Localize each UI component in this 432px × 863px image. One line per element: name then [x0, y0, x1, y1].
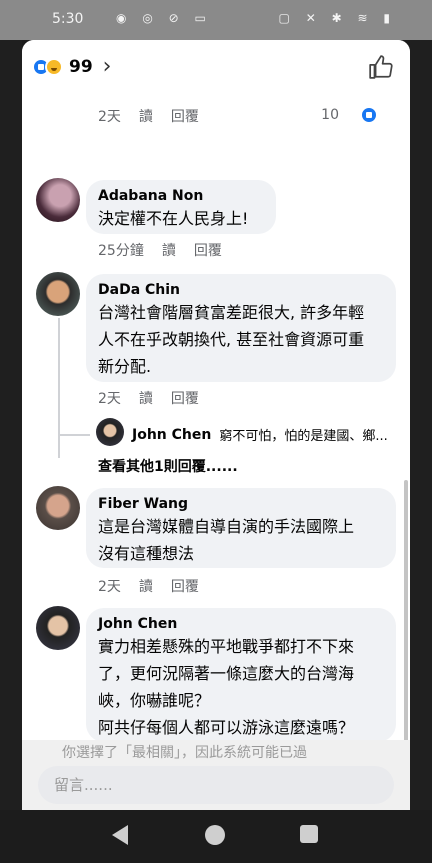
comment-bubble: Adabana Non 決定權不在人民身上! — [86, 180, 276, 234]
reply-button[interactable]: 回覆 — [171, 106, 199, 126]
comment-time: 2天 — [98, 109, 121, 125]
thread-line — [58, 318, 60, 458]
comments-sheet: 99 › 2天 讀 回覆 10 Adabana Non 決定權不在人民身上! 2… — [22, 40, 410, 810]
messenger-icon: ◎ — [142, 11, 159, 25]
comment-meta-previous: 2天 讀 回覆 10 — [98, 106, 396, 126]
status-left-icons: ◉ ◎ ⊘ ▭ — [116, 11, 212, 25]
comment-text-line: 峽，你嚇誰呢？ — [98, 691, 211, 710]
comment-text-line: 實力相差懸殊的平地戰爭都打不下來 — [98, 637, 355, 656]
comment-text-line: 新分配. — [98, 357, 152, 376]
comment-time: 2天 — [98, 579, 121, 595]
battery-icon: ▮ — [383, 11, 396, 25]
notification-icon: ◉ — [116, 11, 133, 25]
status-right-icons: ▢ ✕ ✱ ≋ ▮ — [279, 11, 396, 25]
back-icon[interactable] — [112, 825, 128, 845]
view-more-replies[interactable]: 查看其他1則回覆...... — [98, 456, 238, 476]
thread-connector — [58, 434, 90, 436]
comment-text-line: 沒有這種想法 — [98, 544, 195, 563]
reaction-count: 99 — [69, 56, 93, 77]
comment-bubble: DaDa Chin 台灣社會階層貧富差距很大, 許多年輕 人不在乎改朝換代, 甚… — [86, 274, 396, 382]
haha-icon — [45, 57, 63, 76]
comment-meta: 2天 讀 回覆 — [98, 388, 217, 408]
status-bar: 5:30 ◉ ◎ ⊘ ▭ ▢ ✕ ✱ ≋ ▮ — [0, 0, 432, 40]
comment-reaction-count[interactable]: 10 — [321, 106, 396, 124]
comment-text-line: 阿共仔每個人都可以游泳這麼遠嗎？ — [98, 718, 355, 737]
comment-text: 決定權不在人民身上! — [98, 209, 249, 228]
home-icon[interactable] — [205, 825, 225, 845]
comment-time: 25分鐘 — [98, 243, 144, 259]
commenter-name[interactable]: DaDa Chin — [98, 281, 384, 299]
recent-apps-icon[interactable] — [300, 825, 318, 843]
sort-notice: 你選擇了「最相關」，因此系統可能已過 — [62, 745, 307, 761]
avatar[interactable] — [36, 178, 80, 222]
avatar[interactable] — [36, 486, 80, 530]
chevron-right-icon: › — [102, 54, 112, 79]
reply-button[interactable]: 回覆 — [194, 240, 222, 260]
read-button[interactable]: 讀 — [162, 240, 176, 260]
reply-button[interactable]: 回覆 — [171, 576, 199, 596]
read-button[interactable]: 讀 — [139, 106, 153, 126]
background-right — [410, 40, 432, 810]
like-icon — [360, 106, 378, 124]
comment-bubble: Fiber Wang 這是台灣媒體自導自演的手法國際上 沒有這種想法 — [86, 488, 396, 568]
comment-meta: 2天 讀 回覆 — [98, 576, 217, 596]
commenter-name[interactable]: John Chen — [98, 615, 384, 633]
reply-button[interactable]: 回覆 — [171, 388, 199, 408]
comment-text-line: 這是台灣媒體自導自演的手法國際上 — [98, 517, 355, 536]
commenter-name[interactable]: Adabana Non — [98, 187, 264, 205]
android-nav-bar — [0, 810, 432, 863]
read-button[interactable]: 讀 — [139, 388, 153, 408]
read-button[interactable]: 讀 — [139, 576, 153, 596]
comment-text-line: 台灣社會階層貧富差距很大, 許多年輕 — [98, 303, 365, 322]
reply-text: 窮不可怕，怕的是建國、鄉... — [219, 429, 388, 444]
status-time: 5:30 — [52, 11, 84, 27]
comment-time: 2天 — [98, 391, 121, 407]
nfc-icon: ▢ — [278, 11, 296, 25]
reply-preview[interactable]: John Chen 窮不可怕，怕的是建國、鄉... — [132, 425, 409, 445]
avatar[interactable] — [36, 272, 80, 316]
commenter-name[interactable]: Fiber Wang — [98, 495, 384, 513]
comment-text-line: 人不在乎改朝換代, 甚至社會資源可重 — [98, 330, 365, 349]
avatar[interactable] — [36, 606, 80, 650]
reply-avatar[interactable] — [96, 418, 124, 446]
scrollbar[interactable] — [404, 480, 408, 770]
comment-bubble: John Chen 實力相差懸殊的平地戰爭都打不下來 了，更何況隔著一條這麼大的… — [86, 608, 396, 742]
app-icon: ⊘ — [168, 11, 185, 25]
comment-meta: 25分鐘 讀 回覆 — [98, 240, 240, 260]
reactions-summary[interactable]: 99 › — [32, 54, 111, 79]
mute-icon: ✕ — [305, 11, 322, 25]
wifi-icon: ≋ — [357, 11, 374, 25]
reply-name: John Chen — [132, 426, 212, 443]
bluetooth-icon: ✱ — [331, 11, 348, 25]
like-button-icon[interactable] — [368, 54, 394, 80]
background-left — [0, 40, 22, 810]
sms-icon: ▭ — [194, 11, 212, 25]
sheet-header: 99 › — [22, 40, 410, 96]
comment-text-line: 了，更何況隔著一條這麼大的台灣海 — [98, 664, 355, 683]
comment-input[interactable] — [38, 766, 394, 804]
